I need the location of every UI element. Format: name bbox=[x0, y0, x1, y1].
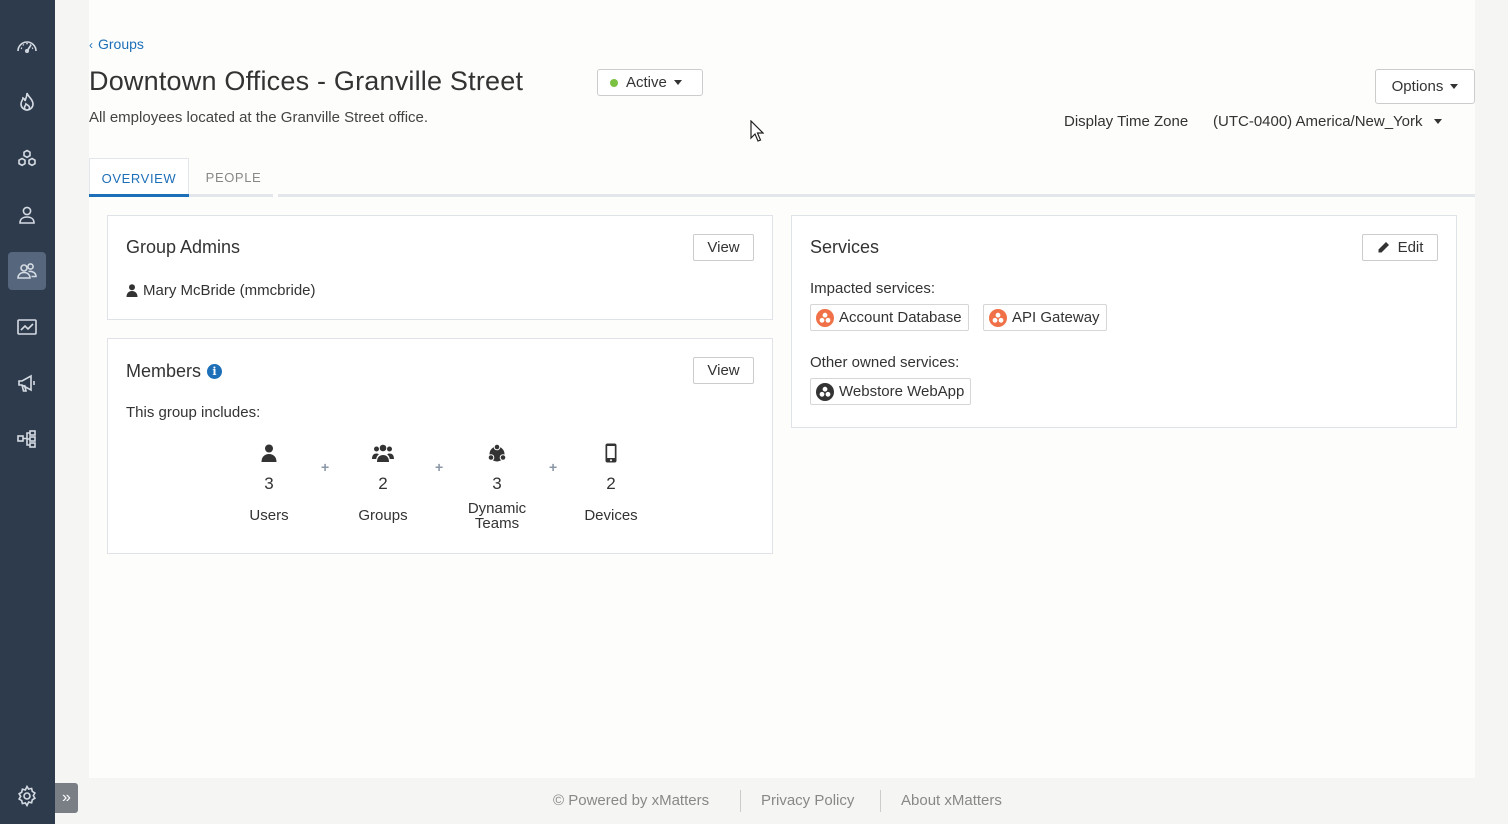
reports-chart-icon[interactable] bbox=[8, 308, 46, 346]
services-card: Services Edit Impacted services: Account… bbox=[791, 215, 1457, 428]
service-name: Webstore WebApp bbox=[839, 383, 965, 400]
group-admins-view-button[interactable]: View bbox=[693, 234, 754, 261]
dynamic-team-icon bbox=[454, 441, 540, 465]
tab-people[interactable]: PEOPLE bbox=[191, 158, 276, 197]
messaging-megaphone-icon[interactable] bbox=[8, 364, 46, 402]
stat-groups-label: Groups bbox=[358, 507, 408, 524]
user-icon bbox=[226, 441, 312, 465]
plus-separator: + bbox=[321, 459, 330, 475]
group-admins-card: Group Admins View Mary McBride (mmcbride… bbox=[107, 215, 773, 320]
incidents-flame-icon[interactable] bbox=[8, 83, 46, 121]
stat-devices-count: 2 bbox=[606, 474, 616, 493]
group-description: All employees located at the Granville S… bbox=[89, 109, 429, 126]
tabs-divider bbox=[89, 194, 1475, 197]
info-icon[interactable]: i bbox=[207, 364, 223, 379]
services-edit-button[interactable]: Edit bbox=[1362, 234, 1438, 261]
pencil-icon bbox=[1378, 242, 1389, 253]
user-icon bbox=[126, 284, 138, 297]
status-dropdown[interactable]: Active bbox=[597, 69, 703, 96]
groups-people-icon[interactable] bbox=[8, 252, 46, 290]
service-icon bbox=[816, 382, 834, 401]
services-hexagons-icon[interactable] bbox=[8, 140, 46, 178]
options-button[interactable]: Options bbox=[1375, 69, 1475, 104]
members-includes-label: This group includes: bbox=[126, 404, 261, 421]
group-icon bbox=[340, 441, 426, 465]
footer-divider bbox=[740, 790, 741, 812]
chevron-left-icon: ‹ bbox=[89, 38, 93, 52]
stat-users-label: Users bbox=[249, 507, 289, 524]
plus-separator: + bbox=[549, 459, 558, 475]
members-card: Members i View This group includes: 3 Use… bbox=[107, 338, 773, 554]
sidebar bbox=[0, 0, 55, 824]
breadcrumb[interactable]: ‹ Groups bbox=[89, 36, 144, 52]
admin-name: Mary McBride (mmcbride) bbox=[143, 282, 316, 299]
footer-powered-by: © Powered by xMatters bbox=[553, 792, 710, 809]
service-name: API Gateway bbox=[1012, 309, 1100, 326]
mobile-device-icon bbox=[568, 441, 654, 465]
admin-entry: Mary McBride (mmcbride) bbox=[126, 282, 316, 299]
dashboard-icon[interactable] bbox=[8, 27, 46, 65]
users-person-icon[interactable] bbox=[8, 196, 46, 234]
owned-services-label: Other owned services: bbox=[810, 354, 960, 371]
timezone-label: Display Time Zone bbox=[1064, 113, 1189, 130]
service-chip-account-database[interactable]: Account Database bbox=[810, 304, 969, 331]
breadcrumb-groups-link[interactable]: Groups bbox=[98, 36, 144, 52]
options-label: Options bbox=[1391, 78, 1444, 95]
footer: © Powered by xMatters Privacy Policy Abo… bbox=[0, 790, 1508, 812]
stat-dynamic-teams: 3 Dynamic Teams bbox=[454, 441, 540, 531]
stat-groups-count: 2 bbox=[378, 474, 388, 493]
impacted-services-label: Impacted services: bbox=[810, 280, 936, 297]
tab-overview[interactable]: OVERVIEW bbox=[89, 158, 189, 197]
caret-down-icon bbox=[673, 80, 682, 85]
page-title: Downtown Offices - Granville Street bbox=[89, 66, 524, 96]
stat-users-count: 3 bbox=[264, 474, 274, 493]
stat-dynamic-teams-count: 3 bbox=[492, 474, 502, 493]
service-chip-api-gateway[interactable]: API Gateway bbox=[983, 304, 1107, 331]
caret-down-icon bbox=[1450, 84, 1459, 89]
main-content: ‹ Groups Downtown Offices - Granville Str… bbox=[89, 0, 1475, 778]
mouse-cursor-icon bbox=[750, 120, 764, 142]
tabs: OVERVIEW PEOPLE bbox=[89, 158, 1475, 197]
footer-privacy-link[interactable]: Privacy Policy bbox=[761, 792, 854, 809]
status-dot-icon bbox=[610, 78, 618, 87]
stat-users: 3 Users bbox=[226, 441, 312, 523]
services-title: Services bbox=[810, 237, 880, 257]
service-icon bbox=[816, 308, 834, 327]
stat-devices: 2 Devices bbox=[568, 441, 654, 523]
service-chip-webstore-webapp[interactable]: Webstore WebApp bbox=[810, 378, 972, 405]
members-title: Members bbox=[126, 361, 202, 381]
timezone-dropdown[interactable]: (UTC-0400) America/New_York bbox=[1213, 113, 1442, 130]
plus-separator: + bbox=[435, 459, 444, 475]
group-admins-title: Group Admins bbox=[126, 237, 241, 257]
timezone-value: (UTC-0400) America/New_York bbox=[1213, 113, 1423, 130]
service-name: Account Database bbox=[839, 309, 962, 326]
stat-devices-label: Devices bbox=[584, 507, 638, 524]
footer-divider bbox=[880, 790, 881, 812]
services-edit-label: Edit bbox=[1397, 239, 1424, 256]
stat-groups: 2 Groups bbox=[340, 441, 426, 523]
workflows-flow-icon[interactable] bbox=[8, 420, 46, 458]
service-icon bbox=[989, 308, 1007, 327]
footer-about-link[interactable]: About xMatters bbox=[901, 792, 1002, 809]
members-view-button[interactable]: View bbox=[693, 357, 754, 384]
status-label: Active bbox=[626, 74, 667, 91]
members-title-wrap: Members i bbox=[126, 361, 223, 382]
stat-dynamic-teams-label: Dynamic Teams bbox=[467, 500, 527, 532]
caret-down-icon bbox=[1433, 119, 1442, 124]
